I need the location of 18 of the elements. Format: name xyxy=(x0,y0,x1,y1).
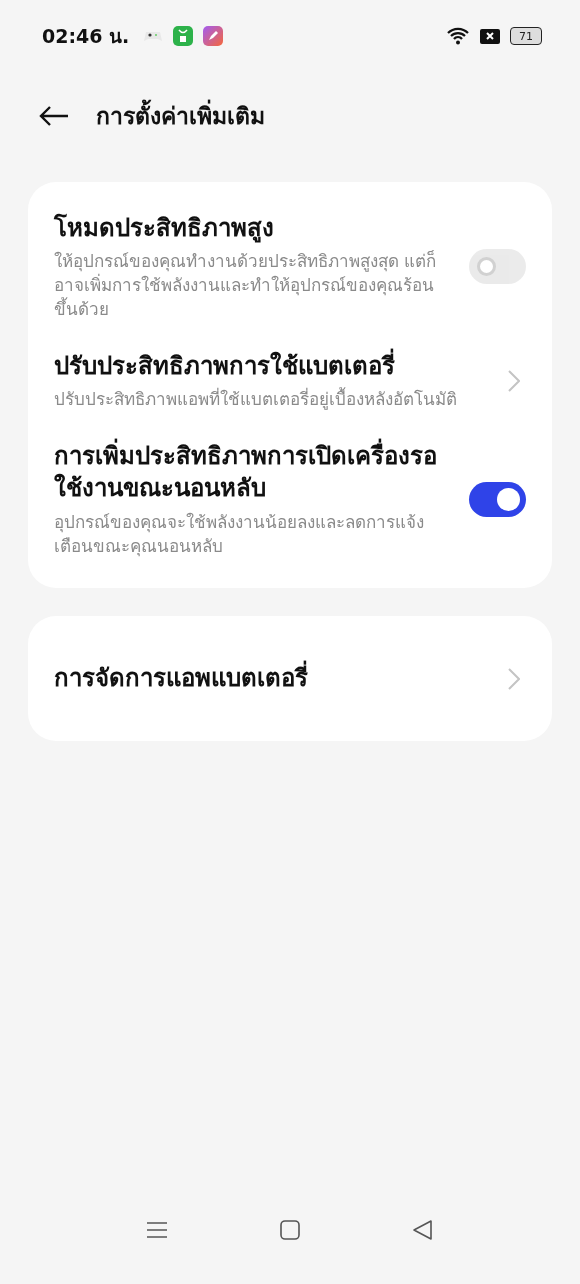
page-title: การตั้งค่าเพิ่มเติม xyxy=(96,98,265,134)
setting-description: อุปกรณ์ของคุณจะใช้พลังงานน้อยลงและลดการแจ้งเตือนขณะคุณนอนหลับ xyxy=(54,510,425,559)
shopping-bag-icon xyxy=(173,26,194,46)
chevron-right-icon xyxy=(508,369,520,392)
setting-title[interactable]: การเพิ่มประสิทธิภาพการเปิดเครื่องรอใช้งานขณะนอนหลับ xyxy=(54,439,445,505)
setting-title[interactable]: การจัดการแอพแบตเตอรี่ xyxy=(54,662,484,695)
sim-off-icon xyxy=(480,27,500,45)
wifi-icon xyxy=(446,26,470,46)
setting-description: ให้อุปกรณ์ของคุณทำงานด้วยประสิทธิภาพสูงสุด แต่ก็อาจเพิ่มการใช้พลังงานและทำให้อุปกรณ์ของคุณร้อนขึ้นด้วย xyxy=(54,250,438,321)
toggle-switch[interactable] xyxy=(469,481,526,517)
setting-description: ปรับประสิทธิภาพแอพที่ใช้แบตเตอรี่อยู่เบื้องหลังอัตโนมัติ xyxy=(54,388,458,412)
back-arrow-icon[interactable] xyxy=(38,104,70,128)
home-icon[interactable] xyxy=(278,1218,302,1242)
battery-icon: 71 xyxy=(510,27,542,45)
chevron-right-icon xyxy=(508,667,520,690)
setting-title[interactable]: ปรับประสิทธิภาพการใช้แบตเตอรี่ xyxy=(54,349,484,383)
brush-icon xyxy=(203,26,224,46)
status-time: 02:46 น. xyxy=(42,24,130,49)
